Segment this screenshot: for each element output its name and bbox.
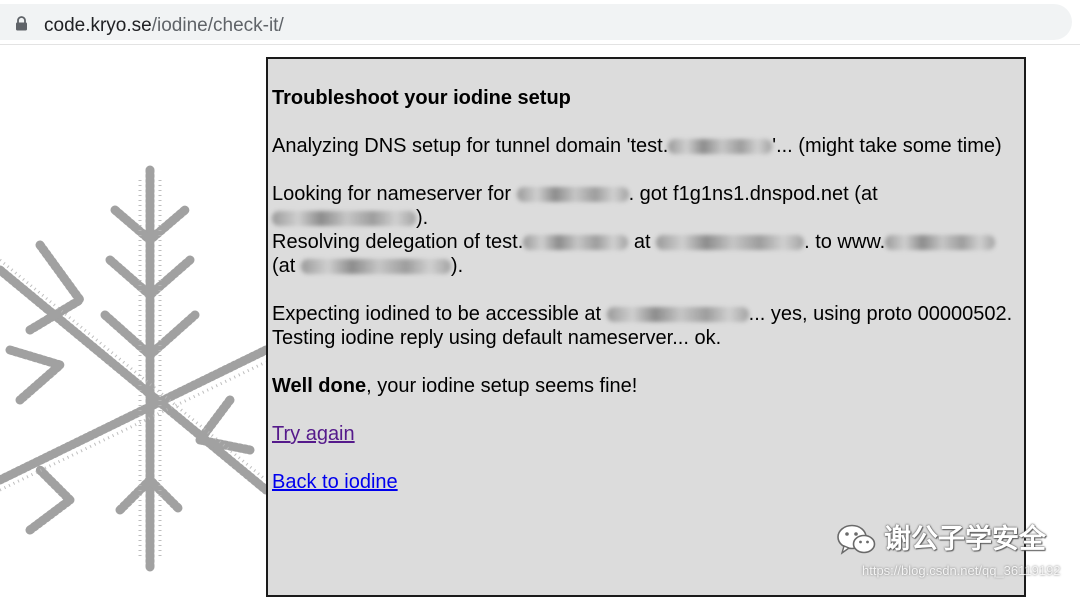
analyzing-line: Analyzing DNS setup for tunnel domain 't… bbox=[272, 134, 1024, 158]
redacted-address bbox=[606, 307, 749, 322]
wechat-icon bbox=[837, 524, 876, 555]
lookup-close: ). bbox=[416, 207, 429, 229]
nameserver-block: Looking for nameserver for . got f1g1ns1… bbox=[272, 182, 1024, 278]
page-heading: Troubleshoot your iodine setup bbox=[272, 87, 571, 109]
iodined-block: Expecting iodined to be accessible at ..… bbox=[272, 302, 1024, 350]
watermark-name: 谢公子学安全 bbox=[884, 524, 1046, 554]
redacted-domain bbox=[516, 187, 629, 202]
watermark-url: https://blog.csdn.net/qq_36119192 bbox=[862, 563, 1061, 578]
back-row: Back to iodine bbox=[272, 470, 1024, 494]
omnibox[interactable]: code.kryo.se/iodine/check-it/ bbox=[0, 4, 1072, 40]
resolving-to: . to www. bbox=[804, 231, 886, 253]
redacted-domain bbox=[523, 235, 629, 250]
url-text[interactable]: code.kryo.se/iodine/check-it/ bbox=[44, 13, 284, 39]
lock-icon[interactable] bbox=[15, 16, 28, 31]
redacted-domain bbox=[885, 235, 996, 250]
lookup-result: . got f1g1ns1.dnspod.net (at bbox=[628, 183, 878, 205]
url-host: code.kryo.se bbox=[44, 15, 152, 36]
success-text: , your iodine setup seems fine! bbox=[366, 375, 638, 397]
expect-result: ... yes, using proto 00000502. bbox=[748, 303, 1013, 325]
redacted-ip bbox=[300, 259, 451, 274]
analyzing-text: Analyzing DNS setup for tunnel domain 't… bbox=[272, 135, 669, 157]
snowflake-image bbox=[0, 165, 266, 575]
testing-text: Testing iodine reply using default names… bbox=[272, 327, 722, 349]
redacted-ip bbox=[272, 211, 416, 226]
resolving-close: ). bbox=[450, 255, 464, 277]
redacted-domain bbox=[668, 139, 773, 154]
browser-address-bar: code.kryo.se/iodine/check-it/ bbox=[0, 0, 1080, 45]
back-to-iodine-link[interactable]: Back to iodine bbox=[272, 471, 398, 493]
resolving-at: at bbox=[628, 231, 657, 253]
expect-text: Expecting iodined to be accessible at bbox=[272, 303, 607, 325]
lookup-text: Looking for nameserver for bbox=[272, 183, 517, 205]
success-message: Well done, your iodine setup seems fine! bbox=[272, 374, 1024, 398]
url-path: /iodine/check-it/ bbox=[151, 15, 284, 36]
resolving-at2: (at bbox=[272, 255, 301, 277]
analyzing-text-end: '... (might take some time) bbox=[772, 135, 1002, 157]
try-again-row: Try again bbox=[272, 422, 1024, 446]
success-bold: Well done bbox=[272, 375, 367, 397]
try-again-link[interactable]: Try again bbox=[272, 423, 355, 445]
redacted-ip bbox=[656, 235, 805, 250]
results-panel: Troubleshoot your iodine setup Analyzing… bbox=[266, 57, 1026, 597]
resolving-text: Resolving delegation of test. bbox=[272, 231, 524, 253]
